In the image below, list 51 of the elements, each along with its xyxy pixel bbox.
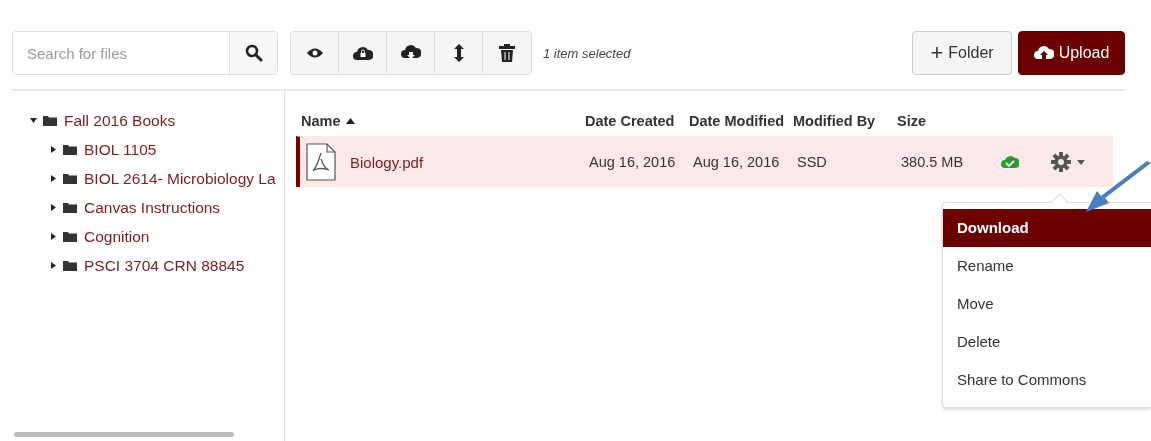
folder-icon [63, 144, 77, 155]
trash-button[interactable] [483, 32, 531, 74]
gear-icon [1051, 152, 1071, 172]
scrollbar[interactable] [14, 432, 234, 437]
column-header[interactable]: Date Modified [689, 113, 793, 129]
folder-icon [43, 115, 57, 126]
folder-tree-item[interactable]: Canvas Instructions [12, 193, 284, 222]
menu-item[interactable]: Move [943, 285, 1151, 323]
file-name-link[interactable]: Biology.pdf [350, 153, 424, 171]
cloud-lock-icon [352, 45, 373, 61]
cloud-check-icon[interactable] [1001, 155, 1019, 169]
cloud-lock-button[interactable] [339, 32, 387, 74]
pointer-arrow [1083, 160, 1151, 215]
eye-button[interactable] [291, 32, 339, 74]
folder-icon [63, 173, 77, 184]
up-down-arrow-button[interactable] [435, 32, 483, 74]
column-header[interactable]: Date Created [585, 113, 689, 129]
menu-item[interactable]: Delete [943, 323, 1151, 361]
table-cell-text: 380.5 MB [901, 154, 965, 170]
table-cell-text: Aug 16, 2016 [589, 154, 677, 170]
folder-icon [63, 202, 77, 213]
folder-icon [63, 260, 77, 271]
table-cell-text: Aug 16, 2016 [693, 154, 781, 170]
cloud-download-icon [400, 45, 421, 61]
upload-button[interactable]: Upload [1018, 31, 1125, 75]
menu-item[interactable]: Rename [943, 247, 1151, 285]
folder-tree-item[interactable]: Cognition [12, 222, 284, 251]
search-field[interactable]: Search for files [12, 31, 278, 75]
folder-icon [63, 231, 77, 242]
cloud-download-button[interactable] [387, 32, 435, 74]
column-header[interactable]: Name [296, 113, 585, 129]
search-button[interactable] [229, 32, 277, 74]
selection-status: 1 item selected [543, 45, 631, 61]
pdf-file-icon [306, 143, 336, 181]
caret-icon [1077, 159, 1085, 165]
folder-tree-item[interactable]: Fall 2016 Books [12, 106, 284, 135]
menu-item[interactable]: Download [943, 209, 1151, 247]
eye-icon [305, 47, 324, 59]
up-down-arrow-icon [453, 44, 464, 62]
add-folder-button[interactable]: + Folder [912, 31, 1012, 75]
column-header[interactable]: Modified By [793, 113, 897, 129]
folder-tree-item[interactable]: PSCI 3704 CRN 88845 [12, 251, 284, 280]
table-cell-text: SSD [797, 154, 828, 170]
folder-tree-item[interactable]: BIOL 2614- Microbiology La [12, 164, 284, 193]
menu-item[interactable]: Share to Commons [943, 361, 1151, 399]
trash-icon [499, 44, 515, 62]
cloud-upload-icon [1033, 45, 1054, 61]
column-header[interactable]: Size [897, 113, 997, 129]
file-row[interactable]: Biology.pdf Aug 16, 2016 Aug 16, 2016 SSD 380.5 MB [296, 136, 1113, 187]
folder-tree-item[interactable]: BIOL 1105 [12, 135, 284, 164]
search-icon [244, 44, 263, 62]
